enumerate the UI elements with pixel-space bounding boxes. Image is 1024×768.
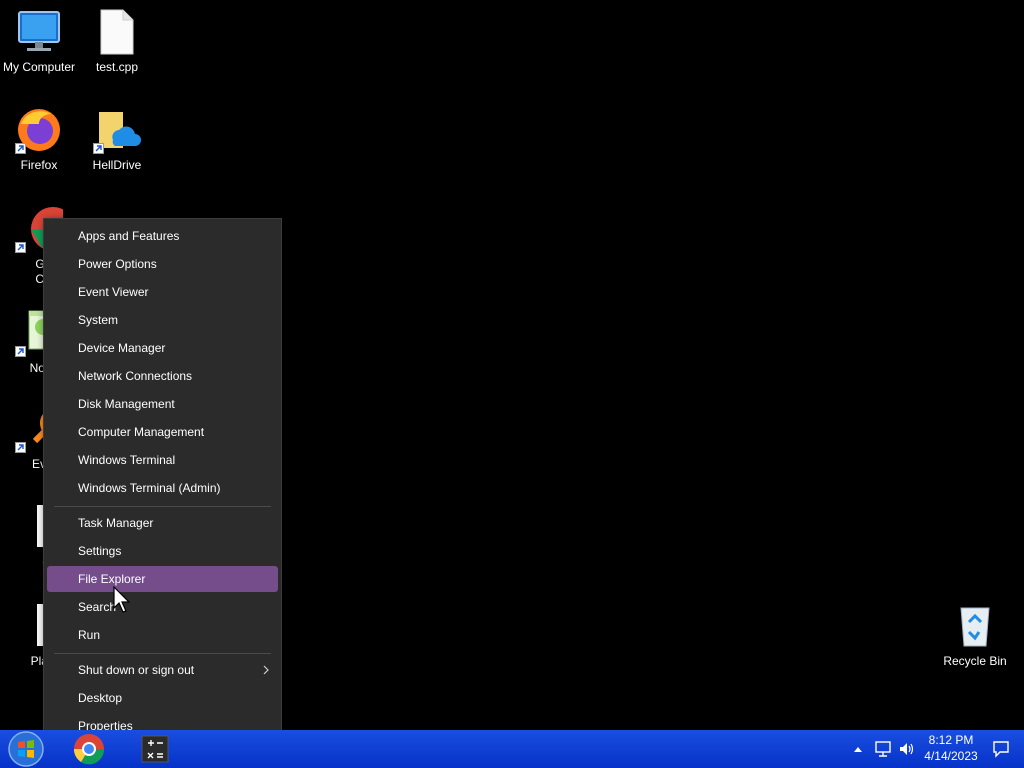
menu-item-event-viewer[interactable]: Event Viewer [47,279,278,305]
desktop-icon-label: Firefox [20,158,58,172]
chevron-right-icon [262,657,270,683]
firefox-icon [15,106,63,154]
menu-item-run[interactable]: Run [47,622,278,648]
shortcut-arrow-icon [15,442,26,453]
taskbar-app-button[interactable] [136,730,174,768]
notification-center-icon[interactable] [992,740,1010,761]
menu-item-task-manager[interactable]: Task Manager [47,510,278,536]
desktop-icon-label: Recycle Bin [943,654,1007,668]
menu-separator [54,653,271,654]
calculator-icon [141,735,169,763]
desktop-icon-recycle-bin[interactable]: Recycle Bin [936,602,1014,669]
taskbar: 8:12 PM 4/14/2023 [0,730,1024,768]
show-hidden-icons-button[interactable] [853,740,863,761]
menu-item-search[interactable]: Search [47,594,278,620]
winx-context-menu: Apps and Features Power Options Event Vi… [43,218,282,745]
menu-item-settings[interactable]: Settings [47,538,278,564]
monitor-icon [15,8,63,56]
network-icon[interactable] [874,740,892,761]
shortcut-arrow-icon [93,143,104,154]
desktop-icon-label: My Computer [2,60,76,74]
menu-item-windows-terminal-admin[interactable]: Windows Terminal (Admin) [47,475,278,501]
menu-item-apps-and-features[interactable]: Apps and Features [47,223,278,249]
menu-item-network-connections[interactable]: Network Connections [47,363,278,389]
menu-item-power-options[interactable]: Power Options [47,251,278,277]
menu-item-windows-terminal[interactable]: Windows Terminal [47,447,278,473]
menu-item-desktop[interactable]: Desktop [47,685,278,711]
menu-item-file-explorer[interactable]: File Explorer [47,566,278,592]
file-icon [93,8,141,56]
shortcut-arrow-icon [15,242,26,253]
windows-orb-icon [8,731,44,767]
desktop-icon-firefox[interactable]: Firefox [0,106,78,173]
menu-item-shut-down-or-sign-out[interactable]: Shut down or sign out [47,657,278,683]
clock-time: 8:12 PM [928,733,974,747]
desktop-icon-test-cpp[interactable]: test.cpp [78,8,156,75]
volume-icon[interactable] [898,740,916,761]
menu-item-label: Shut down or sign out [78,663,195,677]
desktop-icon-helldrive[interactable]: HellDrive [78,106,156,173]
shortcut-arrow-icon [15,346,26,357]
mouse-cursor-icon [113,585,133,617]
menu-item-device-manager[interactable]: Device Manager [47,335,278,361]
menu-separator [54,506,271,507]
taskbar-clock[interactable]: 8:12 PM 4/14/2023 [918,732,984,764]
desktop-icon-my-computer[interactable]: My Computer [0,8,78,75]
recycle-bin-icon [951,602,999,650]
menu-item-disk-management[interactable]: Disk Management [47,391,278,417]
shortcut-arrow-icon [15,143,26,154]
taskbar-chrome-button[interactable] [70,730,108,768]
desktop-icon-label: HellDrive [92,158,142,172]
chrome-icon [73,734,105,765]
desktop-icon-label: test.cpp [95,60,139,74]
start-button[interactable] [4,730,48,768]
menu-item-system[interactable]: System [47,307,278,333]
cloud-folder-icon [93,106,141,154]
menu-item-computer-management[interactable]: Computer Management [47,419,278,445]
clock-date: 4/14/2023 [924,749,978,763]
